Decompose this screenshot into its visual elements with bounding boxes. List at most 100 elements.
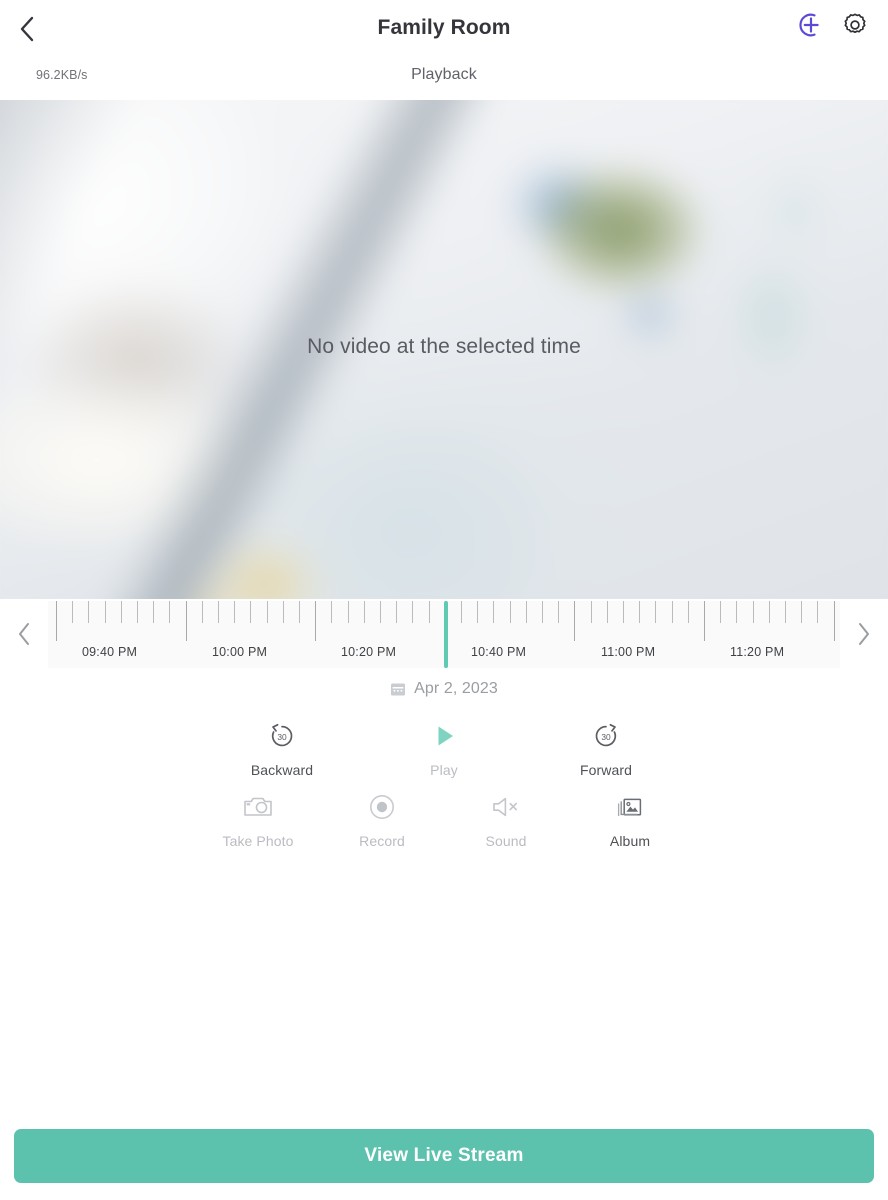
timeline-time-label: 10:40 PM [471, 644, 527, 659]
timeline-time-label: 11:20 PM [730, 644, 785, 659]
timeline-tick [201, 600, 203, 623]
timeline-time-label: 10:00 PM [212, 644, 268, 659]
timeline-tick [558, 600, 560, 623]
timeline-tick [574, 600, 576, 641]
timeline-tick [817, 600, 819, 623]
back-button[interactable] [10, 12, 44, 46]
timeline-tick [509, 600, 511, 623]
svg-text:30: 30 [601, 732, 611, 742]
timeline-tick [801, 600, 803, 623]
sub-header: 96.2KB/s Playback [0, 56, 888, 100]
chevron-left-icon [19, 623, 29, 645]
timeline-scrubber[interactable]: 09:40 PM 10:00 PM 10:20 PM 10:40 PM 11:00 PM… [48, 600, 840, 668]
record-label: Record [359, 833, 405, 849]
timeline-tick [380, 600, 381, 623]
take-photo-button[interactable]: Take Photo [217, 790, 299, 849]
playback-controls: 30 Backward Play 30 Forward Take Photo R… [0, 709, 888, 849]
record-icon [368, 790, 396, 824]
album-icon [616, 790, 644, 824]
app-header: Family Room [0, 0, 888, 56]
timeline-tick [234, 600, 236, 623]
timeline-tick [72, 600, 74, 623]
settings-button[interactable] [840, 10, 870, 40]
timeline-tick [671, 600, 673, 623]
forward-button[interactable]: 30 Forward [565, 719, 647, 778]
timeline-tick [347, 600, 349, 623]
timeline-tick [736, 600, 738, 623]
timeline-tick [299, 600, 300, 623]
timeline-tick [720, 600, 722, 623]
timeline-tick [104, 600, 106, 623]
date-picker[interactable]: Apr 2, 2023 [0, 669, 888, 709]
album-label: Album [609, 833, 651, 849]
timeline-row: 09:40 PM 10:00 PM 10:20 PM 10:40 PM 11:00 PM… [0, 599, 888, 669]
timeline-tick [606, 600, 608, 623]
backward-button[interactable]: 30 Backward [241, 719, 323, 778]
camera-icon [243, 790, 273, 824]
timeline-tick [363, 600, 365, 623]
replay-30-icon: 30 [267, 719, 297, 753]
chevron-right-icon [859, 623, 869, 645]
timeline-tick [768, 600, 770, 623]
svg-text:30: 30 [277, 732, 287, 742]
timeline-tick [623, 600, 624, 623]
sound-button[interactable]: Sound [465, 790, 547, 849]
timeline-playhead[interactable] [444, 600, 448, 668]
timeline-tick [785, 600, 786, 623]
timeline-time-label: 11:00 PM [601, 644, 656, 659]
timeline-tick [153, 600, 155, 623]
timeline-tick [185, 600, 187, 641]
header-actions [796, 10, 870, 40]
timeline-tick [493, 600, 495, 623]
no-video-message: No video at the selected time [307, 335, 581, 358]
timeline-tick [639, 600, 641, 623]
timeline-next-button[interactable] [840, 599, 888, 669]
timeline-tick [655, 600, 657, 623]
timeline-time-label: 09:40 PM [82, 644, 138, 659]
playback-mode-label: Playback [411, 66, 477, 83]
timeline-tick [477, 600, 479, 623]
page-title: Family Room [377, 16, 511, 39]
timeline-tick [120, 600, 122, 623]
timeline-tick [833, 600, 835, 641]
timeline-tick [250, 600, 252, 623]
timeline-tick [412, 600, 414, 623]
selected-date: Apr 2, 2023 [414, 680, 498, 697]
timeline-tick [396, 600, 398, 623]
play-icon [429, 719, 459, 753]
take-photo-label: Take Photo [222, 833, 294, 849]
timeline-tick [56, 600, 57, 641]
timeline-tick [218, 600, 219, 623]
play-button[interactable]: Play [403, 719, 485, 778]
play-label: Play [430, 762, 458, 778]
timeline-tick [282, 600, 284, 623]
record-button[interactable]: Record [341, 790, 423, 849]
gear-icon [844, 13, 866, 34]
timeline-tick [590, 600, 592, 623]
sound-label: Sound [485, 833, 527, 849]
forward-30-icon: 30 [591, 719, 621, 753]
forward-label: Forward [579, 762, 633, 778]
timeline-tick [137, 600, 138, 623]
calendar-icon [391, 683, 406, 696]
backward-label: Backward [250, 762, 314, 778]
timeline-tick [687, 600, 689, 623]
view-live-stream-button[interactable]: View Live Stream [14, 1129, 874, 1183]
timeline-tick [428, 600, 430, 623]
album-button[interactable]: Album [589, 790, 671, 849]
timeline-tick [88, 600, 90, 623]
timeline-tick [704, 600, 705, 641]
timeline-tick [169, 600, 171, 623]
timeline-prev-button[interactable] [0, 599, 48, 669]
timeline-tick [542, 600, 543, 623]
add-circle-icon [799, 13, 819, 37]
timeline-tick [752, 600, 754, 623]
timeline-time-label: 10:20 PM [341, 644, 397, 659]
timeline-tick [266, 600, 268, 623]
playback-screen: Family Room 96.2KB/s Playback No video a… [0, 0, 888, 1200]
timeline-tick [331, 600, 333, 623]
footer-bar: View Live Stream [0, 1112, 888, 1200]
video-viewport[interactable]: No video at the selected time [0, 100, 888, 599]
speaker-mute-icon [491, 790, 521, 824]
add-device-button[interactable] [796, 10, 826, 40]
